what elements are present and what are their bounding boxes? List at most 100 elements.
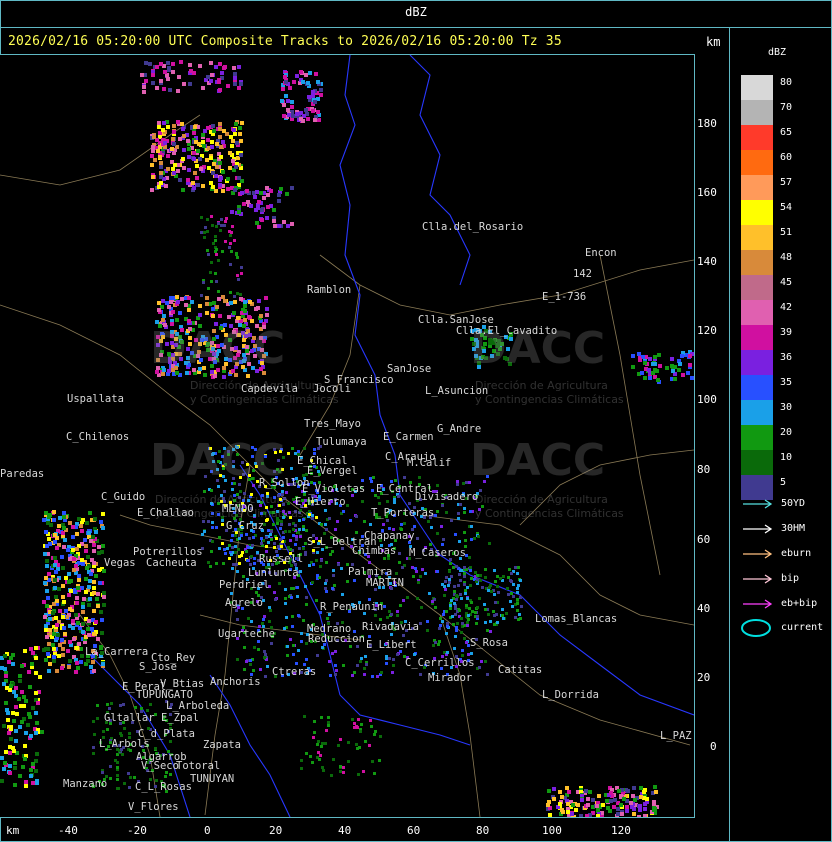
track-legend-item: bip [741, 572, 831, 586]
echo-pixel [80, 529, 84, 533]
echo-pixel [4, 750, 8, 754]
echo-pixel [210, 489, 213, 492]
place-label: Clla.del_Rosario [422, 221, 524, 233]
echo-pixel [222, 562, 225, 565]
echo-pixel [215, 280, 218, 283]
echo-pixel [300, 759, 303, 762]
echo-pixel [395, 572, 398, 575]
echo-pixel [101, 512, 105, 516]
echo-pixel [459, 579, 462, 582]
place-label: Anchoris [210, 676, 261, 688]
echo-pixel [201, 533, 204, 536]
echo-pixel [313, 720, 316, 723]
echo-pixel [9, 725, 13, 729]
echo-pixel [505, 612, 508, 615]
echo-pixel [320, 523, 323, 526]
echo-pixel [373, 733, 376, 736]
echo-pixel [645, 797, 649, 801]
echo-pixel [166, 77, 170, 81]
echo-pixel [292, 653, 295, 656]
echo-pixel [314, 72, 318, 76]
echo-pixel [331, 550, 334, 553]
echo-pixel [187, 168, 191, 172]
echo-pixel [351, 674, 354, 677]
echo-pixel [319, 88, 323, 92]
echo-pixel [31, 781, 35, 785]
echo-pixel [231, 159, 235, 163]
echo-pixel [167, 68, 171, 72]
echo-pixel [43, 581, 47, 585]
echo-pixel [246, 374, 250, 378]
echo-pixel [315, 516, 318, 519]
echo-pixel [468, 556, 471, 559]
echo-pixel [48, 662, 52, 666]
echo-pixel [170, 147, 174, 151]
echo-pixel [215, 248, 218, 251]
radar-map[interactable]: DACC Dirección de Agricultura y Contingen… [0, 54, 695, 818]
echo-pixel [189, 69, 193, 73]
echo-pixel [87, 619, 91, 623]
echo-pixel [494, 601, 497, 604]
echo-pixel [214, 272, 217, 275]
echo-pixel [304, 551, 307, 554]
echo-pixel [399, 604, 402, 607]
echo-pixel [92, 543, 96, 547]
echo-pixel [218, 62, 222, 66]
echo-pixel [369, 523, 372, 526]
echo-pixel [453, 602, 456, 605]
echo-pixel [213, 374, 217, 378]
echo-pixel [211, 124, 215, 128]
echo-pixel [313, 100, 317, 104]
echo-pixel [96, 637, 100, 641]
echo-pixel [586, 797, 590, 801]
x-tick: -40 [58, 824, 78, 837]
echo-pixel [580, 798, 584, 802]
echo-pixel [109, 765, 112, 768]
echo-pixel [388, 610, 391, 613]
echo-pixel [84, 544, 88, 548]
echo-pixel [313, 448, 316, 451]
track-arrow-icon [743, 524, 773, 534]
echo-pixel [320, 559, 323, 562]
echo-pixel [13, 766, 17, 770]
echo-pixel [245, 660, 248, 663]
place-label: Agrelo [225, 597, 263, 609]
echo-pixel [277, 224, 281, 228]
x-tick: 0 [204, 824, 211, 837]
echo-pixel [347, 741, 350, 744]
echo-pixel [298, 547, 301, 550]
echo-pixel [277, 193, 281, 197]
echo-pixel [456, 483, 459, 486]
echo-pixel [457, 517, 460, 520]
echo-pixel [268, 620, 271, 623]
echo-pixel [212, 242, 215, 245]
echo-pixel [609, 791, 613, 795]
echo-pixel [441, 543, 444, 546]
echo-pixel [218, 536, 221, 539]
echo-pixel [54, 616, 58, 620]
echo-pixel [249, 204, 253, 208]
echo-pixel [215, 253, 218, 256]
echo-pixel [235, 141, 239, 145]
echo-pixel [57, 524, 61, 528]
echo-pixel [47, 537, 51, 541]
echo-pixel [386, 500, 389, 503]
echo-pixel [290, 467, 293, 470]
echo-pixel [55, 669, 59, 673]
echo-pixel [210, 261, 213, 264]
echo-pixel [86, 555, 90, 559]
place-label: C_Guido [101, 491, 146, 503]
echo-pixel [96, 592, 100, 596]
echo-pixel [20, 664, 24, 668]
echo-pixel [102, 569, 106, 573]
echo-pixel [236, 256, 239, 259]
echo-pixel [34, 731, 38, 735]
echo-pixel [191, 181, 195, 185]
echo-pixel [341, 593, 344, 596]
echo-pixel [249, 663, 252, 666]
echo-pixel [640, 371, 644, 375]
echo-pixel [434, 514, 437, 517]
echo-pixel [456, 595, 459, 598]
echo-pixel [267, 529, 270, 532]
echo-pixel [156, 149, 160, 153]
